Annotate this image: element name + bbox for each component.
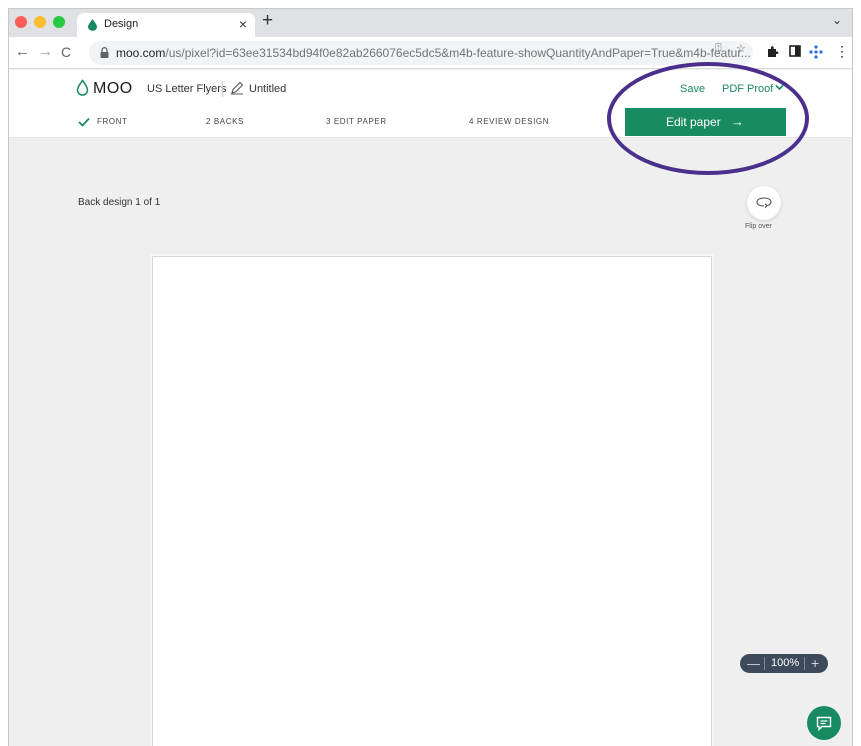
moo-drop-icon	[88, 19, 97, 31]
url-path: /us/pixel?id=63ee31534bd94f0e82ab266076e…	[165, 46, 751, 60]
arrow-right-icon: →	[731, 114, 744, 129]
browser-window: Design × + ⌄ ← → C moo.com/us/pixel?id=6…	[8, 8, 853, 746]
tab-strip: Design × + ⌄	[9, 9, 852, 37]
pdf-proof-button[interactable]: PDF Proof	[722, 83, 773, 95]
zoom-divider	[764, 657, 765, 670]
zoom-divider	[804, 657, 805, 670]
document-title[interactable]: Untitled	[249, 83, 286, 95]
app-header: MOO US Letter Flyers Untitled Save PDF P…	[9, 70, 852, 108]
side-panel-icon[interactable]	[789, 45, 801, 57]
tab-close-icon[interactable]: ×	[239, 16, 247, 32]
chat-button[interactable]	[807, 706, 841, 740]
minimize-window-button[interactable]	[34, 16, 46, 28]
forward-button[interactable]: →	[38, 43, 53, 60]
new-tab-button[interactable]: +	[262, 10, 273, 32]
step-edit-paper[interactable]: 3 EDIT PAPER	[326, 117, 387, 126]
maximize-window-button[interactable]	[53, 16, 65, 28]
header-divider	[222, 81, 223, 97]
flip-over-label: Flip over	[745, 223, 772, 230]
flip-icon	[756, 197, 772, 209]
zoom-in-button[interactable]: +	[811, 655, 819, 671]
share-icon[interactable]: ⍐	[715, 42, 722, 55]
edit-paper-button[interactable]: Edit paper →	[625, 108, 786, 136]
back-button[interactable]: ←	[15, 43, 30, 60]
reload-button[interactable]: C	[61, 44, 71, 60]
save-button[interactable]: Save	[680, 83, 705, 95]
edit-paper-label: Edit paper	[666, 115, 721, 129]
moo-logo-text[interactable]: MOO	[93, 80, 133, 98]
extensions-puzzle-icon[interactable]	[766, 45, 779, 58]
step-front[interactable]: FRONT	[97, 117, 128, 126]
browser-menu-icon[interactable]: ⋮	[835, 43, 849, 60]
tab-search-icon[interactable]: ⌄	[832, 13, 842, 27]
pencil-icon[interactable]	[230, 81, 244, 95]
progress-steps: FRONT 2 BACKS 3 EDIT PAPER 4 REVIEW DESI…	[9, 108, 852, 138]
browser-toolbar: ← → C moo.com/us/pixel?id=63ee31534bd94f…	[9, 37, 852, 69]
close-window-button[interactable]	[15, 16, 27, 28]
design-counter: Back design 1 of 1	[78, 197, 161, 208]
browser-tab-design[interactable]: Design ×	[77, 13, 255, 37]
address-bar[interactable]: moo.com/us/pixel?id=63ee31534bd94f0e82ab…	[89, 41, 753, 65]
url-host: moo.com	[116, 46, 166, 60]
zoom-level: 100%	[771, 657, 800, 669]
url-text: moo.com/us/pixel?id=63ee31534bd94f0e82ab…	[116, 46, 751, 60]
flip-over-button[interactable]	[747, 186, 781, 220]
bookmark-star-icon[interactable]: ☆	[736, 42, 746, 55]
chevron-down-icon[interactable]	[775, 84, 784, 91]
step-review-design[interactable]: 4 REVIEW DESIGN	[469, 117, 549, 126]
chat-bubble-icon	[816, 716, 832, 731]
tab-title: Design	[104, 18, 139, 30]
lock-icon	[100, 47, 109, 58]
moo-logo-icon[interactable]	[76, 79, 89, 96]
checkmark-icon	[78, 117, 90, 127]
step-backs[interactable]: 2 BACKS	[206, 117, 244, 126]
design-page[interactable]	[152, 256, 712, 746]
zoom-out-button[interactable]: —	[747, 656, 760, 671]
product-name: US Letter Flyers	[147, 83, 227, 95]
extension-move-icon[interactable]	[809, 45, 823, 59]
zoom-control: — 100% +	[740, 654, 828, 673]
